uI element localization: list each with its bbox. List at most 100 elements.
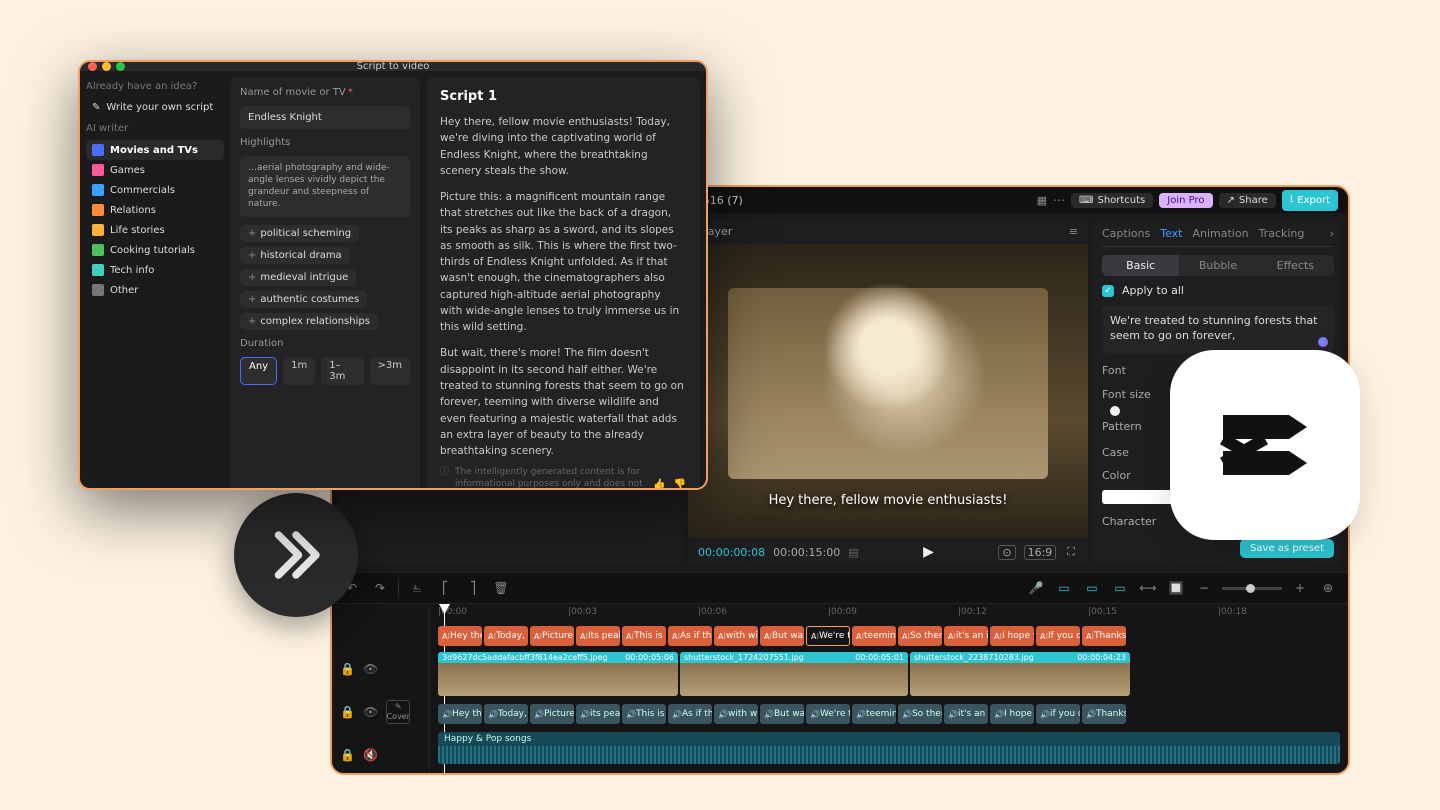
snap3-icon[interactable]: ▭	[1110, 578, 1130, 598]
subtitle-clip[interactable]: A⁝ Its peak	[576, 626, 620, 646]
trim-right-icon[interactable]: ⎤	[463, 578, 483, 598]
sidebar-item[interactable]: Tech info	[86, 260, 224, 280]
export-button[interactable]: ⭳Export	[1282, 190, 1338, 211]
join-pro-button[interactable]: Join Pro	[1159, 193, 1212, 208]
sidebar-item[interactable]: Cooking tutorials	[86, 240, 224, 260]
duration-option[interactable]: 1–3m	[321, 357, 363, 385]
narration-clip[interactable]: 🔊 As if tha	[668, 704, 712, 724]
scale-icon[interactable]: ⊙	[998, 545, 1015, 560]
video-clip[interactable]: shutterstock_1724207551.jpg00:00:05:01	[680, 652, 908, 696]
snap1-icon[interactable]: ▭	[1054, 578, 1074, 598]
narration-clip[interactable]: 🔊 Hey ther	[438, 704, 482, 724]
link-icon[interactable]: 🔲	[1166, 578, 1186, 598]
narration-clip[interactable]: 🔊 if you di	[1036, 704, 1080, 724]
subtitle-clip[interactable]: A⁝ Thanks	[1082, 626, 1126, 646]
subtitle-clip[interactable]: A⁝ We're tr	[806, 626, 850, 646]
trim-left-icon[interactable]: ⎡	[435, 578, 455, 598]
thumbs-up-icon[interactable]: 👍	[653, 479, 665, 490]
eye-icon[interactable]: 👁	[363, 705, 378, 719]
subtitle-clip[interactable]: A⁝ I hope y	[990, 626, 1034, 646]
play-button[interactable]: ▶	[923, 544, 934, 560]
video-clip[interactable]: 3d9627dc5addafacbff3f814ea2ceff5.jpeg00:…	[438, 652, 678, 696]
subtitle-clip[interactable]: A⁝ If you d	[1036, 626, 1080, 646]
cover-button[interactable]: ✎Cover	[386, 700, 410, 724]
sidebar-item[interactable]: Games	[86, 160, 224, 180]
aspect-ratio[interactable]: 16:9	[1024, 545, 1057, 560]
lock-icon[interactable]: 🔒	[340, 748, 355, 762]
duration-option[interactable]: Any	[240, 357, 277, 385]
inspector-tab[interactable]: Tracking	[1259, 227, 1305, 240]
highlight-chip[interactable]: medieval intrigue	[240, 269, 356, 286]
zoom-out-icon[interactable]: −	[1194, 578, 1214, 598]
narration-clip[interactable]: 🔊 with wid	[714, 704, 758, 724]
sidebar-item[interactable]: Commercials	[86, 180, 224, 200]
lock-icon[interactable]: 🔒	[340, 705, 355, 719]
narration-clip[interactable]: 🔊 it's an in	[944, 704, 988, 724]
magnet-icon[interactable]: ⟷	[1138, 578, 1158, 598]
delete-icon[interactable]: 🗑	[491, 578, 511, 598]
subtitle-clip[interactable]: A⁝ But wai	[760, 626, 804, 646]
narration-clip[interactable]: 🔊 Picture t	[530, 704, 574, 724]
sidebar-item[interactable]: Relations	[86, 200, 224, 220]
highlight-chip[interactable]: complex relationships	[240, 313, 378, 330]
narration-clip[interactable]: 🔊 We're tre	[806, 704, 850, 724]
highlight-chip[interactable]: authentic costumes	[240, 291, 367, 308]
highlight-chip[interactable]: political scheming	[240, 225, 359, 242]
grid-icon[interactable]: ▤	[848, 546, 858, 559]
sidebar-item[interactable]: Life stories	[86, 220, 224, 240]
music-clip[interactable]: Happy & Pop songs	[438, 732, 1340, 764]
highlight-chip[interactable]: historical drama	[240, 247, 350, 264]
narration-clip[interactable]: 🔊 But wait	[760, 704, 804, 724]
layout-icon[interactable]: ▦	[1037, 194, 1047, 207]
narration-clip[interactable]: 🔊 teeming	[852, 704, 896, 724]
thumbs-down-icon[interactable]: 👎	[674, 479, 686, 490]
narration-clip[interactable]: 🔊 its peaks	[576, 704, 620, 724]
narration-clip[interactable]: 🔊 This is w	[622, 704, 666, 724]
zoom-in-icon[interactable]: +	[1290, 578, 1310, 598]
subtitle-clip[interactable]: A⁝ teeming	[852, 626, 896, 646]
fullscreen-icon[interactable]: ⛶	[1064, 545, 1078, 560]
video-clip[interactable]: shutterstock_2238710283.jpg00:00:04:23	[910, 652, 1130, 696]
segment-option[interactable]: Basic	[1102, 255, 1179, 276]
subtitle-clip[interactable]: A⁝ Picture	[530, 626, 574, 646]
subtitle-clip[interactable]: A⁝ This is	[622, 626, 666, 646]
inspector-tab[interactable]: Text	[1160, 227, 1182, 240]
snap2-icon[interactable]: ▭	[1082, 578, 1102, 598]
mic-icon[interactable]: 🎤	[1026, 578, 1046, 598]
mute-icon[interactable]: 🔇	[363, 748, 378, 762]
save-preset-button[interactable]: Save as preset	[1240, 539, 1334, 558]
sidebar-item[interactable]: Movies and TVs	[86, 140, 224, 160]
video-preview[interactable]: Hey there, fellow movie enthusiasts!	[688, 244, 1088, 538]
narration-clip[interactable]: 🔊 I hope yo	[990, 704, 1034, 724]
player-menu-icon[interactable]: ≡	[1069, 225, 1078, 238]
subtitle-clip[interactable]: A⁝ As if th	[668, 626, 712, 646]
duration-option[interactable]: 1m	[283, 357, 315, 385]
inspector-tab[interactable]: Animation	[1192, 227, 1248, 240]
movie-name-input[interactable]: Endless Knight	[240, 106, 410, 129]
apply-all-checkbox[interactable]: ✓	[1102, 285, 1114, 297]
subtitle-clip[interactable]: A⁝ So ther	[898, 626, 942, 646]
subtitle-clip[interactable]: A⁝ it's an i	[944, 626, 988, 646]
sidebar-item[interactable]: Other	[86, 280, 224, 300]
narration-clip[interactable]: 🔊 Today, w	[484, 704, 528, 724]
segment-option[interactable]: Bubble	[1179, 255, 1256, 276]
segment-option[interactable]: Effects	[1257, 255, 1334, 276]
eye-icon[interactable]: 👁	[363, 662, 378, 676]
narration-clip[interactable]: 🔊 Thanks f	[1082, 704, 1126, 724]
more-icon[interactable]: ⋯	[1053, 193, 1065, 207]
split-icon[interactable]: ⎁	[407, 578, 427, 598]
narration-clip[interactable]: 🔊 So there	[898, 704, 942, 724]
fit-icon[interactable]: ⊕	[1318, 578, 1338, 598]
shortcuts-button[interactable]: ⌨Shortcuts	[1071, 193, 1153, 208]
timeline-tracks[interactable]: |00:00|00:03|00:06|00:09|00:12|00:15|00:…	[430, 604, 1348, 775]
zoom-slider[interactable]	[1222, 587, 1282, 590]
lock-icon[interactable]: 🔒	[340, 662, 355, 676]
subtitle-clip[interactable]: A⁝ Hey ther	[438, 626, 482, 646]
duration-option[interactable]: >3m	[370, 357, 410, 385]
subtitle-clip[interactable]: A⁝ Today,	[484, 626, 528, 646]
redo-icon[interactable]: ↷	[370, 578, 390, 598]
subtitle-clip[interactable]: A⁝ with wid	[714, 626, 758, 646]
caption-text-input[interactable]: We're treated to stunning forests that s…	[1102, 305, 1334, 353]
more-tabs-icon[interactable]: ›	[1330, 227, 1334, 240]
inspector-tab[interactable]: Captions	[1102, 227, 1150, 240]
